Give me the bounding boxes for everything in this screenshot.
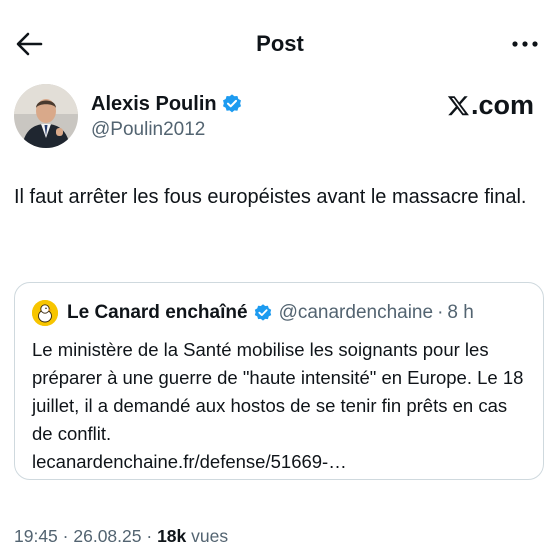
quoted-header: Le Canard enchaîné @canardenchaine · 8 h (67, 301, 474, 325)
views-label: vues (191, 526, 229, 546)
quoted-text: Le ministère de la Santé mobilise les so… (32, 339, 524, 444)
post-time[interactable]: 19:45 (14, 526, 58, 546)
meta-separator: · (62, 526, 69, 546)
verified-badge-icon (222, 94, 241, 113)
top-bar: Post (0, 0, 560, 80)
avatar-image (14, 84, 78, 148)
x-com-watermark: .com (447, 90, 534, 120)
tweet-text: Il faut arrêter les fous européistes ava… (14, 186, 527, 208)
canard-logo-icon (32, 300, 58, 326)
post-metadata: 19:45 · 26.08.25 · 18k vues (14, 524, 228, 548)
quoted-timestamp[interactable]: 8 h (447, 301, 473, 325)
quoted-link[interactable]: lecanardenchaine.fr/defense/51669-… (32, 448, 532, 476)
author-name-text: Alexis Poulin (91, 93, 217, 115)
quoted-author-avatar[interactable] (32, 300, 58, 326)
quoted-text-block: Le ministère de la Santé mobilise les so… (32, 336, 532, 476)
meta-separator: · (146, 526, 153, 546)
views-count: 18k (157, 526, 187, 546)
more-horizontal-icon (512, 41, 538, 47)
watermark-brand: .com (470, 90, 534, 120)
x-logo-icon (447, 95, 469, 115)
page-title: Post (256, 31, 304, 56)
quoted-author-handle[interactable]: @canardenchaine (279, 301, 434, 325)
more-options-button[interactable] (510, 32, 540, 56)
quoted-tweet-card[interactable]: Le Canard enchaîné @canardenchaine · 8 h… (14, 282, 544, 480)
author-name[interactable]: Alexis Poulin (91, 91, 243, 117)
post-date[interactable]: 26.08.25 (73, 526, 141, 546)
quoted-author-name[interactable]: Le Canard enchaîné (67, 301, 248, 325)
verified-badge-icon (254, 304, 271, 321)
author-handle[interactable]: @Poulin2012 (91, 118, 205, 142)
quoted-separator: · (437, 302, 444, 323)
author-avatar[interactable] (14, 84, 78, 148)
